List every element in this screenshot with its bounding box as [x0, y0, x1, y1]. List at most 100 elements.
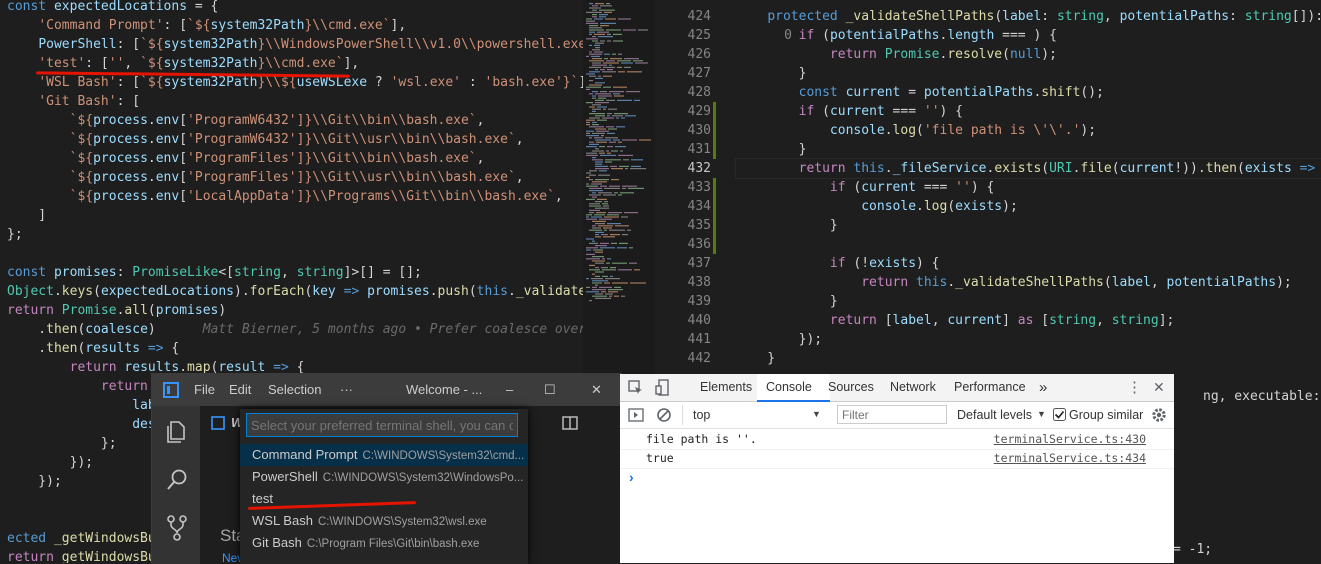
line-number: 428 [687, 85, 711, 100]
code-token: exists [955, 199, 1003, 214]
chevron-down-icon[interactable]: ▼ [1037, 409, 1046, 419]
minimap-line [607, 258, 611, 260]
minimap-line [589, 60, 604, 62]
inspect-element-icon[interactable] [628, 380, 644, 396]
code-line: `${process.env['ProgramW6432']}\\Git\\us… [7, 130, 524, 149]
tab-console[interactable]: Console [757, 374, 830, 402]
minimap-line [595, 293, 603, 295]
activity-bar [152, 406, 200, 564]
tab-sources[interactable]: Sources [828, 374, 874, 401]
line-number: 438 [687, 275, 711, 290]
tab-network[interactable]: Network [890, 374, 936, 401]
split-editor-icon[interactable] [562, 416, 578, 430]
chevron-down-icon[interactable]: ▼ [812, 409, 821, 419]
code-token: key [312, 284, 336, 299]
vscode-window[interactable]: File Edit Selection ··· Welcome - ... – … [151, 373, 622, 564]
console-prompt[interactable]: › [629, 469, 634, 485]
quick-pick-input[interactable] [246, 413, 518, 437]
minimap-line [616, 126, 625, 128]
code-token: Promise [61, 303, 117, 318]
minimap-line [595, 165, 608, 167]
minimap-line [613, 93, 620, 95]
device-toolbar-icon[interactable] [655, 379, 671, 397]
title-bar[interactable]: File Edit Selection ··· Welcome - ... – … [152, 374, 621, 406]
minimap-line [609, 141, 616, 143]
line-number: 442 [687, 351, 711, 366]
minimap-line [607, 115, 610, 117]
minimap-line [600, 69, 605, 71]
code-token: . [884, 123, 893, 138]
devtools-menu-button[interactable]: ⋮ [1127, 374, 1142, 401]
code-token: '' [923, 104, 940, 119]
code-token: === [884, 104, 924, 119]
console-source-link[interactable]: terminalService.ts:430 [994, 430, 1146, 449]
log-levels-selector[interactable]: Default levels [957, 408, 1032, 422]
minimap-line [612, 53, 616, 55]
minimap-line [614, 113, 628, 115]
code-token: . [147, 132, 156, 147]
minimize-button[interactable]: – [506, 382, 513, 397]
minimap-line [586, 88, 590, 90]
quick-pick-item[interactable]: Command Prompt C:\WINDOWS\System32\cmd... [240, 444, 528, 466]
code-token: ( [147, 303, 156, 318]
minimap-line [602, 275, 608, 277]
quick-pick[interactable]: Command Prompt C:\WINDOWS\System32\cmd...… [240, 409, 528, 564]
minimap-line [610, 165, 617, 167]
console-source-link[interactable]: terminalService.ts:434 [994, 449, 1146, 468]
code-token: } [736, 294, 838, 309]
minimap-line [622, 234, 628, 236]
code-line: 'test': ['', `${system32Path}\\cmd.exe`]… [7, 54, 359, 73]
devtools-close-button[interactable]: ✕ [1153, 374, 1165, 401]
minimap-line [605, 18, 616, 20]
clear-console-icon[interactable] [656, 407, 672, 423]
minimap-line [610, 234, 620, 236]
minimap-line [634, 99, 640, 101]
minimap-line [586, 291, 599, 293]
minimap-line [611, 242, 617, 244]
files-icon[interactable] [165, 420, 187, 444]
quick-pick-item-description: C:\WINDOWS\System32\wsl.exe [317, 516, 487, 528]
tab-performance[interactable]: Performance [954, 374, 1026, 401]
minimap-line [586, 286, 590, 288]
code-token: }\\${ [257, 75, 297, 90]
menu-more[interactable]: ··· [340, 382, 353, 397]
minimap-line [586, 121, 590, 123]
minimap-line [597, 198, 607, 200]
devtools-panel[interactable]: Elements Console Sources Network Perform… [620, 374, 1174, 563]
minimap-line [592, 260, 605, 262]
code-token: , [124, 56, 141, 71]
line-number: 437 [687, 256, 711, 271]
search-icon[interactable] [165, 468, 189, 492]
code-token: , [280, 265, 297, 280]
source-control-icon[interactable] [166, 514, 188, 542]
minimap-line [595, 236, 601, 238]
tab-elements[interactable]: Elements [688, 374, 762, 401]
context-selector[interactable]: top [693, 408, 710, 422]
minimap-line [595, 128, 606, 130]
group-similar-checkbox[interactable] [1053, 408, 1066, 421]
quick-pick-item[interactable]: WSL Bash C:\WINDOWS\System32\wsl.exe [240, 510, 528, 532]
minimap-line [601, 135, 604, 137]
code-token: keys [61, 284, 94, 299]
minimap-line [618, 18, 631, 20]
minimap-line [602, 258, 605, 260]
code-token: system32Path [163, 75, 258, 90]
settings-gear-icon[interactable] [1151, 407, 1167, 423]
line-number: 441 [687, 332, 711, 347]
sidebar-toggle-icon[interactable] [628, 408, 644, 422]
code-token: process [93, 170, 148, 185]
minimap-line [630, 282, 646, 284]
code-line: lab [7, 396, 155, 415]
more-tabs-button[interactable]: » [1039, 374, 1047, 401]
quick-pick-item[interactable]: PowerShell C:\WINDOWS\System32\WindowsPo.… [240, 466, 528, 488]
quick-pick-item[interactable]: Git Bash C:\Program Files\Git\bin\bash.ex… [240, 532, 528, 554]
menu-edit[interactable]: Edit [229, 382, 251, 397]
maximize-button[interactable]: ☐ [544, 382, 556, 398]
minimap-line [605, 161, 612, 163]
console-filter-input[interactable] [837, 405, 947, 424]
menu-file[interactable]: File [194, 382, 215, 397]
menu-selection[interactable]: Selection [268, 382, 321, 397]
close-button[interactable]: ✕ [591, 382, 602, 398]
